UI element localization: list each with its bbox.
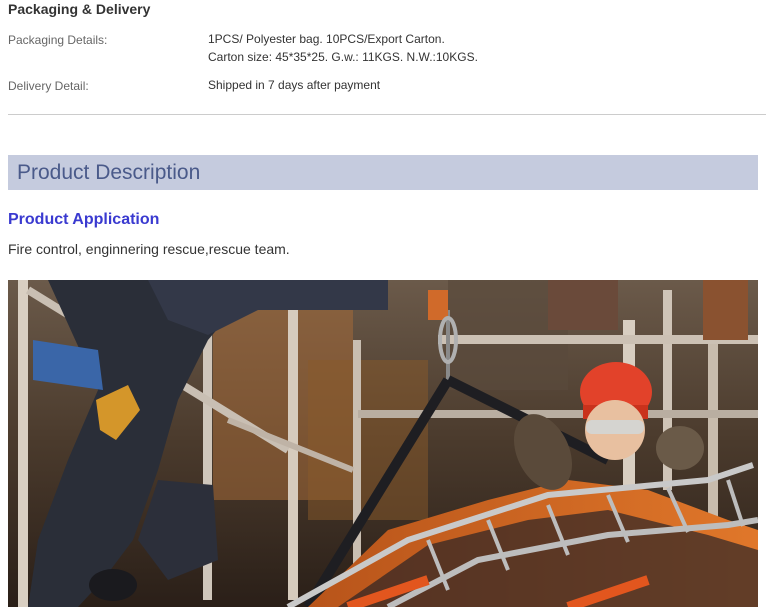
packaging-details-line1: 1PCS/ Polyester bag. 10PCS/Export Carton… [208,32,445,46]
delivery-detail-value: Shipped in 7 days after payment [208,78,381,92]
packaging-details-label: Packaging Details: [8,33,108,47]
product-application-heading: Product Application [8,211,160,228]
product-application-text: Fire control, enginnering rescue,rescue … [8,241,290,257]
rescue-photo-illustration [8,280,758,607]
delivery-detail-label: Delivery Detail: [8,79,89,93]
packaging-section-title: Packaging & Delivery [8,1,151,17]
packaging-details-line2: Carton size: 45*35*25. G.w.: 11KGS. N.W.… [208,50,478,64]
section-divider [8,114,766,115]
product-description-title: Product Description [17,161,201,184]
rescue-photo [8,280,758,607]
product-description-bar: Product Description [8,155,758,190]
